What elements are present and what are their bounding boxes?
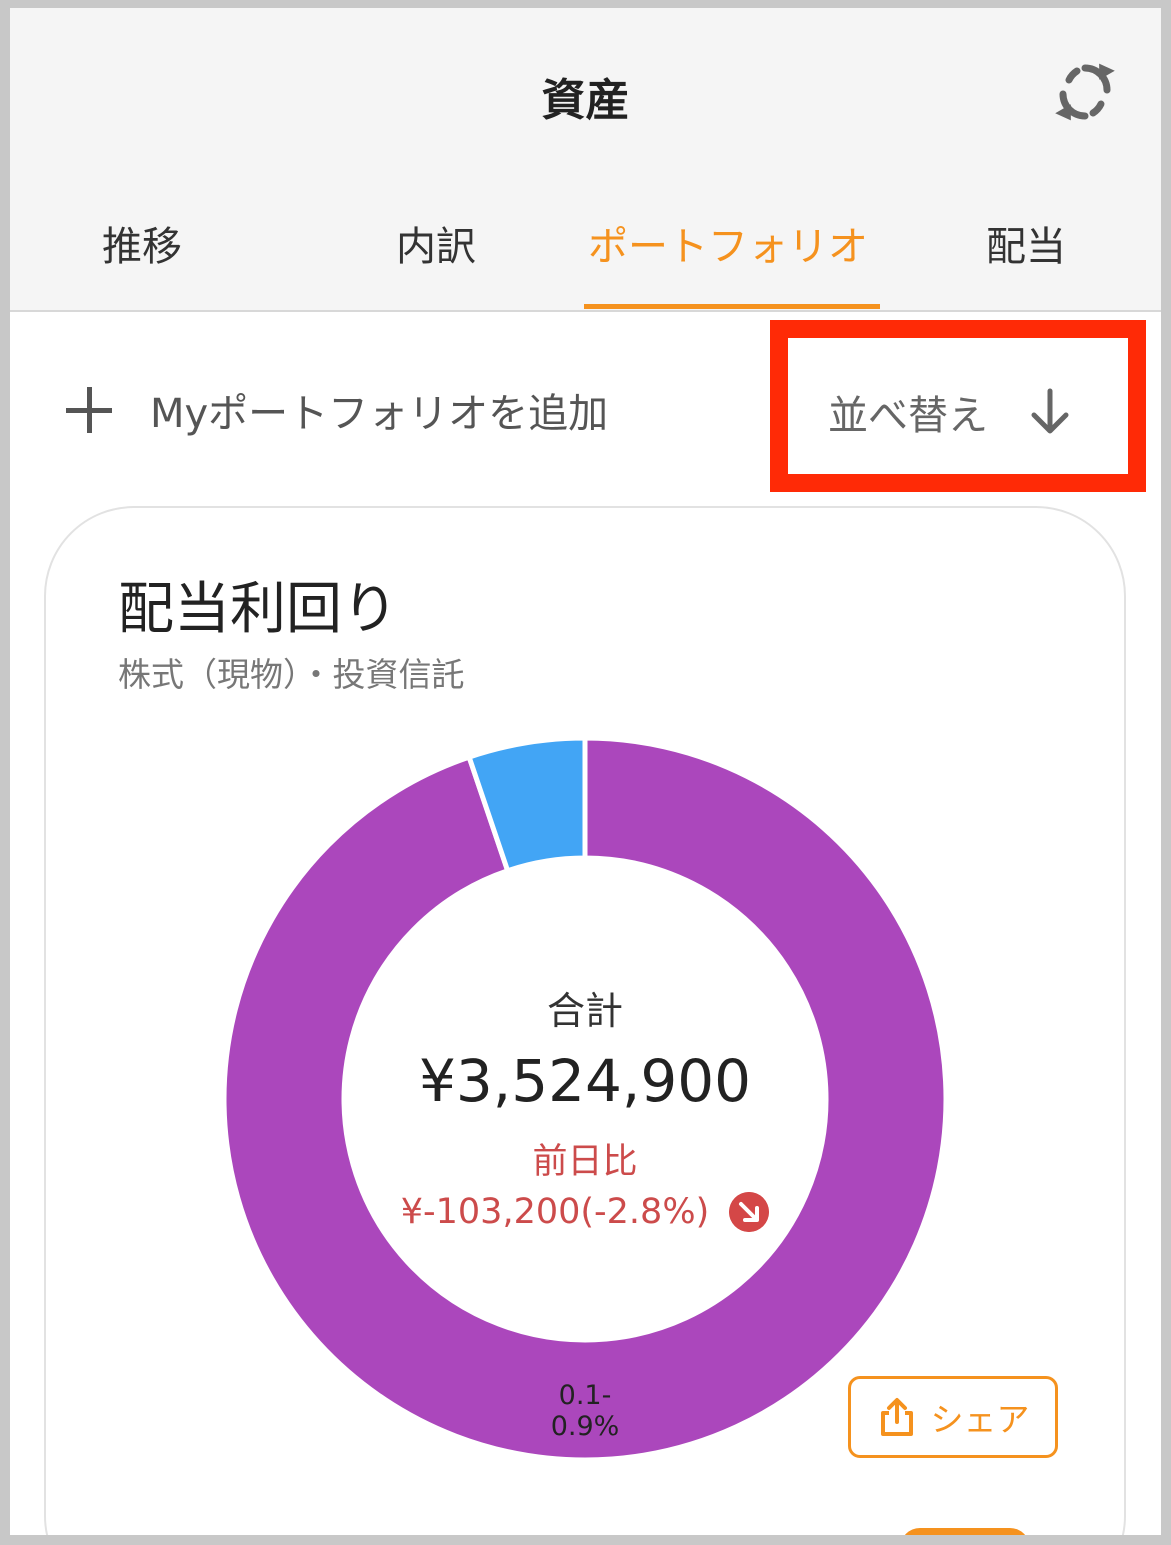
- tab-trend[interactable]: 推移: [102, 214, 182, 272]
- diff-value: ¥-103,200(-2.8%): [400, 1192, 710, 1232]
- add-portfolio-button[interactable]: Myポートフォリオを追加: [66, 380, 608, 440]
- refresh-icon[interactable]: [1055, 60, 1115, 124]
- trend-down-icon: [729, 1192, 770, 1232]
- share-button[interactable]: シェア: [848, 1376, 1058, 1458]
- plus-icon: [66, 387, 112, 433]
- donut-center: 合計 ¥3,524,900 前日比 ¥-103,200(-2.8%): [344, 980, 826, 1232]
- share-label: シェア: [930, 1400, 1030, 1439]
- bottom-pill-button[interactable]: [900, 1528, 1030, 1545]
- tab-portfolio[interactable]: ポートフォリオ: [588, 214, 868, 272]
- tab-bar: 推移 内訳 ポートフォリオ 配当: [10, 214, 1161, 274]
- diff-row: ¥-103,200(-2.8%): [344, 1192, 826, 1232]
- add-portfolio-label: Myポートフォリオを追加: [150, 391, 609, 437]
- total-label: 合計: [546, 989, 623, 1033]
- share-icon: [880, 1398, 913, 1436]
- tab-breakdown[interactable]: 内訳: [396, 214, 476, 272]
- app-header: 資産 推移 内訳 ポートフォリオ 配当: [10, 8, 1161, 312]
- card-subtitle: 株式（現物）・投資信託: [118, 655, 465, 694]
- active-tab-indicator: [584, 304, 880, 309]
- tab-dividend[interactable]: 配当: [986, 214, 1066, 272]
- card-title: 配当利回り: [118, 577, 398, 642]
- total-value: ¥3,524,900: [418, 1047, 752, 1115]
- highlight-box: [770, 320, 1146, 492]
- slice-label-0: 0.1-0.9%: [550, 1380, 620, 1442]
- diff-label: 前日比: [532, 1142, 638, 1182]
- page-title: 資産: [541, 75, 630, 126]
